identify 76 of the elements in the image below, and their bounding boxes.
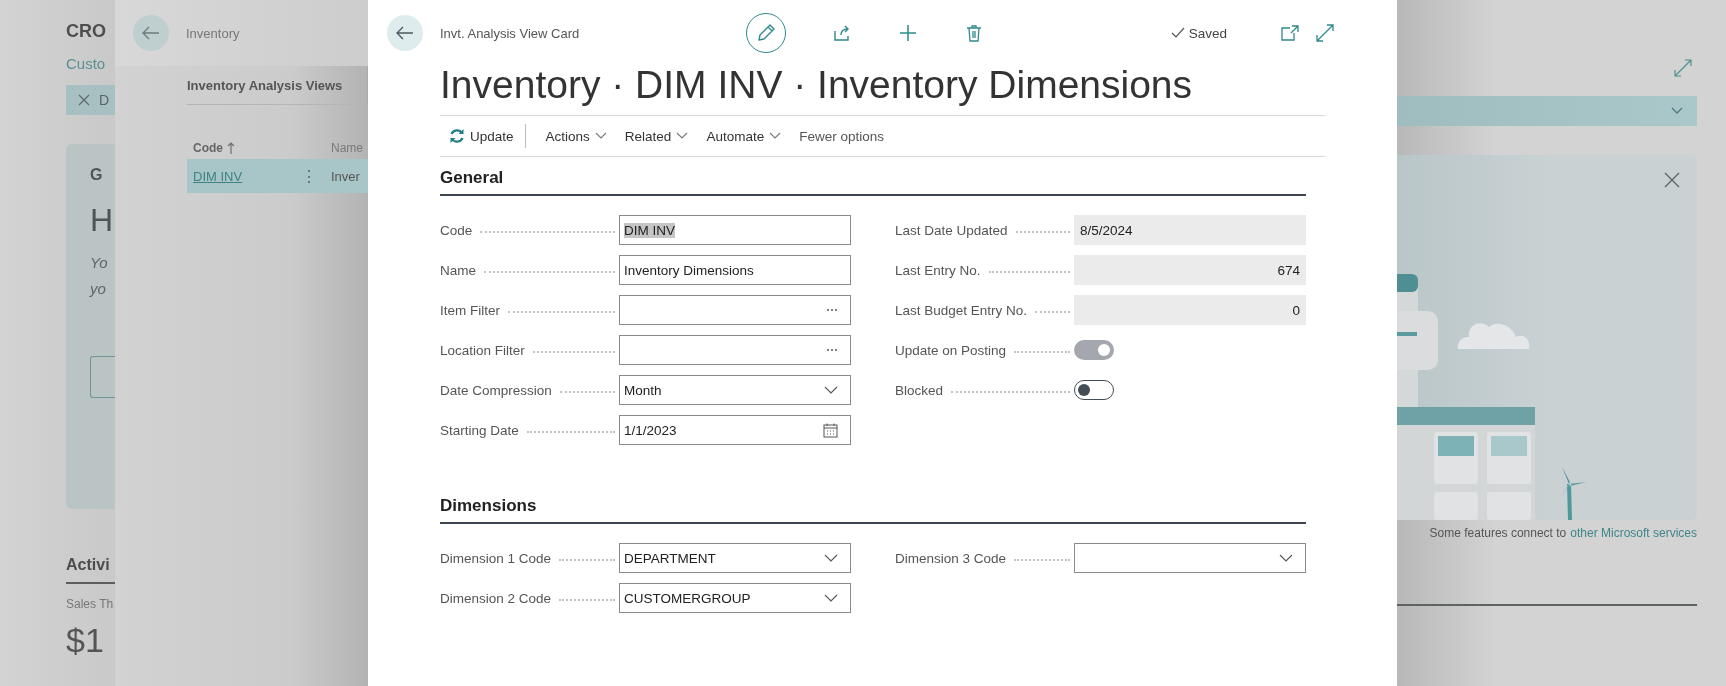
toggle-switch[interactable] bbox=[1074, 380, 1114, 400]
input-field[interactable]: DIM INV bbox=[619, 215, 851, 245]
field-label: Starting Date bbox=[440, 422, 519, 438]
field-label: Last Entry No. bbox=[895, 262, 981, 278]
read-only-field: 8/5/2024 bbox=[1074, 215, 1306, 245]
tile-amount: $1 bbox=[66, 621, 105, 660]
input-field[interactable]: DEPARTMENT bbox=[619, 543, 851, 573]
calendar-icon[interactable] bbox=[823, 422, 838, 438]
open-in-new-window-icon[interactable] bbox=[1281, 25, 1299, 41]
input-field[interactable]: Month bbox=[619, 375, 851, 405]
back-button[interactable] bbox=[133, 15, 169, 51]
close-icon[interactable] bbox=[1664, 172, 1680, 188]
sort-arrow-icon bbox=[227, 142, 235, 154]
table-cell: Inver bbox=[331, 168, 360, 184]
field-label: Dimension 3 Code bbox=[895, 550, 1007, 566]
field-label: Last Budget Entry No. bbox=[895, 302, 1028, 318]
filter-label: D bbox=[99, 92, 110, 108]
input-field[interactable]: Inventory Dimensions bbox=[619, 255, 851, 285]
expand-icon[interactable] bbox=[1316, 24, 1334, 42]
field-label: Item Filter bbox=[440, 302, 500, 318]
save-status: Saved bbox=[1188, 25, 1227, 41]
input-field[interactable]: 1/1/2023 bbox=[619, 415, 851, 445]
action-menu-item[interactable]: Fewer options bbox=[790, 120, 893, 152]
expand-icon[interactable] bbox=[1674, 59, 1692, 77]
action-menu-item[interactable]: Update bbox=[440, 120, 523, 152]
ellipsis-icon[interactable] bbox=[826, 308, 838, 312]
field-label: Dimension 2 Code bbox=[440, 590, 552, 606]
field-label: Blocked bbox=[895, 382, 944, 398]
pencil-icon bbox=[756, 23, 776, 43]
input-field[interactable] bbox=[619, 335, 851, 365]
add-icon[interactable] bbox=[898, 23, 918, 43]
card-text: Yo bbox=[90, 254, 109, 273]
field-label: Dimension 1 Code bbox=[440, 550, 552, 566]
back-arrow-icon bbox=[396, 26, 414, 40]
chevron-down-icon[interactable] bbox=[824, 594, 838, 602]
field-label: Name bbox=[440, 262, 476, 278]
column-header[interactable]: Code bbox=[193, 141, 223, 155]
section-title[interactable]: General bbox=[440, 168, 1306, 196]
action-menu-item[interactable]: Automate bbox=[697, 120, 791, 152]
field-label: Date Compression bbox=[440, 382, 552, 398]
delete-icon[interactable] bbox=[964, 23, 984, 43]
field-label: Update on Posting bbox=[895, 342, 1007, 358]
section-title[interactable]: Dimensions bbox=[440, 496, 1306, 524]
field-label: Code bbox=[440, 222, 473, 238]
field-label: Location Filter bbox=[440, 342, 525, 358]
read-only-field: 674 bbox=[1074, 255, 1306, 285]
chevron-down-icon[interactable] bbox=[824, 554, 838, 562]
page-title: CRO bbox=[66, 21, 107, 43]
page-tab[interactable]: Inventory Analysis Views bbox=[187, 77, 343, 93]
back-button[interactable] bbox=[387, 15, 423, 51]
breadcrumb: Invt. Analysis View Card bbox=[440, 25, 581, 41]
action-menu-item[interactable]: Related bbox=[615, 120, 698, 152]
card-text: yo bbox=[90, 280, 107, 299]
footer-text: Some features connect to bbox=[1429, 526, 1567, 540]
share-icon[interactable] bbox=[832, 23, 852, 43]
toggle-switch[interactable] bbox=[1074, 340, 1114, 360]
tile-caption: Sales Th bbox=[66, 597, 115, 611]
input-field[interactable] bbox=[1074, 543, 1306, 573]
chevron-down-icon bbox=[676, 132, 689, 140]
read-only-field: 0 bbox=[1074, 295, 1306, 325]
close-icon[interactable] bbox=[78, 94, 90, 106]
ellipsis-icon[interactable] bbox=[826, 348, 838, 352]
input-field[interactable]: CUSTOMERGROUP bbox=[619, 583, 851, 613]
card-heading: G bbox=[90, 166, 104, 185]
chevron-down-icon[interactable] bbox=[1279, 554, 1293, 562]
chevron-down-icon bbox=[769, 132, 782, 140]
page-title: Inventory · DIM INV · Inventory Dimensions bbox=[440, 59, 1325, 116]
chevron-down-icon[interactable] bbox=[824, 386, 838, 394]
refresh-icon bbox=[449, 128, 465, 144]
input-field[interactable] bbox=[619, 295, 851, 325]
field-label: Last Date Updated bbox=[895, 222, 1008, 238]
action-menu-item[interactable]: Actions bbox=[536, 120, 616, 152]
back-arrow-icon bbox=[142, 26, 160, 40]
checkmark-icon bbox=[1170, 27, 1185, 39]
chevron-down-icon bbox=[594, 132, 607, 140]
card-headline: H bbox=[90, 202, 115, 240]
